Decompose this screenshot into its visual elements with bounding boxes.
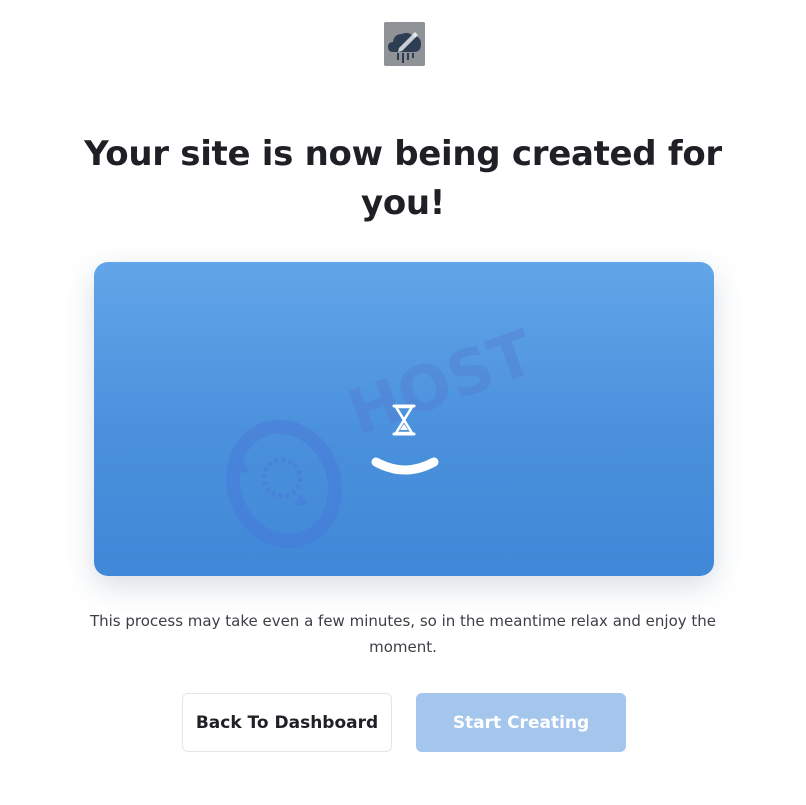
loading-card: HOST (94, 262, 714, 576)
process-description: This process may take even a few minutes… (89, 612, 717, 656)
start-creating-button[interactable]: Start Creating (416, 693, 626, 752)
watermark-text: HOST (339, 316, 544, 450)
page-title: Your site is now being created for you! (84, 134, 722, 223)
back-to-dashboard-button[interactable]: Back To Dashboard (182, 693, 392, 752)
start-creating-label: Start Creating (452, 712, 590, 733)
site-creation-page: Your site is now being created for you! … (0, 0, 806, 805)
loading-arc-icon (371, 457, 439, 475)
hourglass-icon (392, 404, 416, 436)
back-to-dashboard-label: Back To Dashboard (195, 712, 379, 733)
cloud-pen-logo-icon (384, 22, 425, 66)
